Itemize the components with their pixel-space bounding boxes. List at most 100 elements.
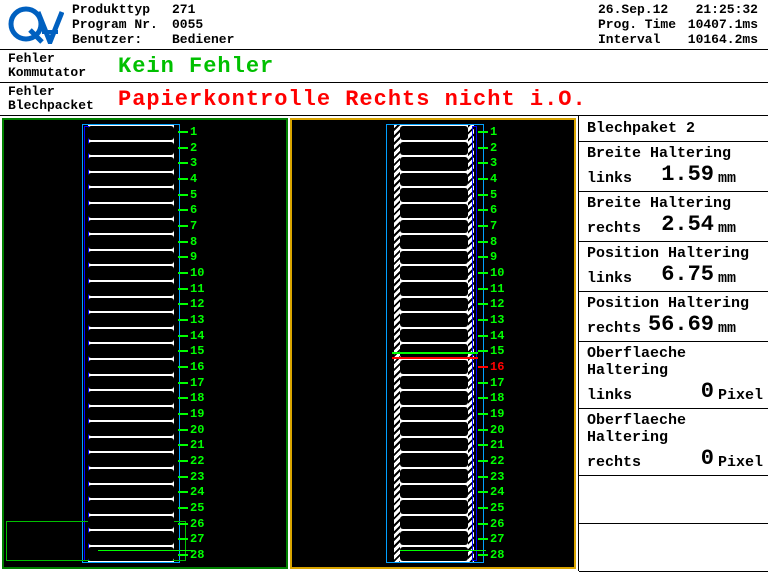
lamination-mark-8: 8 bbox=[178, 234, 218, 250]
measurement-row: Position Halteringlinks6.75mm bbox=[579, 242, 768, 292]
lamination-mark-22: 22 bbox=[478, 453, 518, 469]
meas-sublabel: links bbox=[587, 387, 632, 404]
lamination-mark-4: 4 bbox=[178, 171, 218, 187]
lamination-mark-14: 14 bbox=[478, 328, 518, 344]
lamination-mark-7: 7 bbox=[178, 218, 218, 234]
meas-sublabel: links bbox=[587, 170, 632, 187]
meas-label: Position Haltering bbox=[587, 295, 760, 312]
lamination-mark-18: 18 bbox=[178, 390, 218, 406]
lamination-mark-10: 10 bbox=[178, 265, 218, 281]
status-row-kommutator: FehlerKommutator Kein Fehler bbox=[0, 50, 768, 82]
lamination-mark-1: 1 bbox=[178, 124, 218, 140]
measurement-row: Oberflaeche Halteringlinks0Pixel bbox=[579, 342, 768, 409]
meas-unit: mm bbox=[718, 320, 760, 337]
lamination-mark-15: 15 bbox=[178, 343, 218, 359]
lamination-mark-7: 7 bbox=[478, 218, 518, 234]
meas-sublabel: rechts bbox=[587, 454, 641, 471]
lamination-mark-5: 5 bbox=[478, 187, 518, 203]
lamination-mark-25: 25 bbox=[478, 500, 518, 516]
blank-row-1 bbox=[579, 476, 768, 524]
lamination-mark-20: 20 bbox=[178, 422, 218, 438]
meas-label: Breite Haltering bbox=[587, 145, 760, 162]
produkttyp-value: 271 bbox=[172, 2, 195, 17]
produkttyp-label: Produkttyp bbox=[72, 2, 172, 17]
lamination-mark-23: 23 bbox=[178, 469, 218, 485]
header-info-left: Produkttyp271 Program Nr.0055 Benutzer:B… bbox=[72, 2, 412, 47]
meas-unit: mm bbox=[718, 220, 760, 237]
kommutator-label-1: Fehler bbox=[8, 52, 110, 66]
lamination-mark-1: 1 bbox=[478, 124, 518, 140]
meas-sublabel: rechts bbox=[587, 320, 641, 337]
blechpacket-status: Papierkontrolle Rechts nicht i.O. bbox=[110, 87, 587, 112]
measurement-row: Breite Halteringrechts2.54mm bbox=[579, 192, 768, 242]
lamination-mark-11: 11 bbox=[478, 281, 518, 297]
meas-value: 0 bbox=[701, 446, 714, 471]
lamination-mark-18: 18 bbox=[478, 390, 518, 406]
lamination-mark-13: 13 bbox=[478, 312, 518, 328]
lamination-mark-26: 26 bbox=[478, 516, 518, 532]
lamination-mark-2: 2 bbox=[178, 140, 218, 156]
meas-unit: Pixel bbox=[718, 387, 760, 404]
meas-unit: Pixel bbox=[718, 454, 760, 471]
lamination-mark-25: 25 bbox=[178, 500, 218, 516]
blechpacket-label-1: Fehler bbox=[8, 85, 110, 99]
status-row-blechpacket: FehlerBlechpacket Papierkontrolle Rechts… bbox=[0, 82, 768, 115]
lamination-mark-17: 17 bbox=[478, 375, 518, 391]
header-info-right: 26.Sep.1221:25:32 Prog. Time10407.1ms In… bbox=[598, 2, 758, 47]
lamination-mark-24: 24 bbox=[178, 484, 218, 500]
lamination-mark-4: 4 bbox=[478, 171, 518, 187]
kommutator-status: Kein Fehler bbox=[110, 54, 274, 79]
lamination-mark-17: 17 bbox=[178, 375, 218, 391]
lamination-mark-20: 20 bbox=[478, 422, 518, 438]
lamination-mark-8: 8 bbox=[478, 234, 518, 250]
meas-label: Breite Haltering bbox=[587, 195, 760, 212]
program-nr-value: 0055 bbox=[172, 17, 203, 32]
lamination-mark-14: 14 bbox=[178, 328, 218, 344]
measurement-row: Position Haltering rechts 56.69mm bbox=[579, 292, 768, 342]
benutzer-value: Bediener bbox=[172, 32, 234, 47]
lamination-mark-16: 16 bbox=[478, 359, 518, 375]
meas-unit: mm bbox=[718, 270, 760, 287]
lamination-mark-19: 19 bbox=[478, 406, 518, 422]
progtime-label: Prog. Time bbox=[598, 17, 678, 32]
lamination-mark-12: 12 bbox=[178, 296, 218, 312]
lamination-mark-23: 23 bbox=[478, 469, 518, 485]
meas-value: 1.59 bbox=[661, 162, 714, 187]
measurement-row: Breite Haltering links 1.59mm bbox=[579, 142, 768, 192]
header-bar: Produkttyp271 Program Nr.0055 Benutzer:B… bbox=[0, 0, 768, 50]
lamination-mark-24: 24 bbox=[478, 484, 518, 500]
inspection-pane-right: 1234567891011121314151617181920212223242… bbox=[290, 118, 576, 569]
lamination-mark-16: 16 bbox=[178, 359, 218, 375]
meas-unit: mm bbox=[718, 170, 760, 187]
lamination-mark-26: 26 bbox=[178, 516, 218, 532]
measurements-title: Blechpaket 2 bbox=[579, 116, 768, 142]
inspection-pane-left: 1234567891011121314151617181920212223242… bbox=[2, 118, 288, 569]
lamination-mark-15: 15 bbox=[478, 343, 518, 359]
blank-row-2 bbox=[579, 524, 768, 572]
lamination-mark-19: 19 bbox=[178, 406, 218, 422]
lamination-mark-21: 21 bbox=[478, 437, 518, 453]
benutzer-label: Benutzer: bbox=[72, 32, 172, 47]
measurements-panel: Blechpaket 2 Breite Halteringlinks1.59mm… bbox=[578, 116, 768, 571]
measurement-row: Oberflaeche Haltering rechts 0Pixel bbox=[579, 409, 768, 476]
meas-label: Oberflaeche Haltering bbox=[587, 412, 760, 446]
meas-label: Oberflaeche Haltering bbox=[587, 345, 760, 379]
lamination-mark-9: 9 bbox=[178, 249, 218, 265]
program-nr-label: Program Nr. bbox=[72, 17, 172, 32]
lamination-mark-27: 27 bbox=[478, 531, 518, 547]
lamination-mark-10: 10 bbox=[478, 265, 518, 281]
meas-value: 2.54 bbox=[661, 212, 714, 237]
interval-value: 10164.2ms bbox=[688, 32, 758, 47]
kommutator-label-2: Kommutator bbox=[8, 66, 110, 80]
progtime-value: 10407.1ms bbox=[688, 17, 758, 32]
qa-logo bbox=[0, 0, 72, 48]
lamination-mark-9: 9 bbox=[478, 249, 518, 265]
meas-value: 56.69 bbox=[648, 312, 714, 337]
lamination-mark-3: 3 bbox=[178, 155, 218, 171]
lamination-mark-3: 3 bbox=[478, 155, 518, 171]
lamination-mark-12: 12 bbox=[478, 296, 518, 312]
lamination-mark-6: 6 bbox=[478, 202, 518, 218]
lamination-mark-6: 6 bbox=[178, 202, 218, 218]
blechpacket-label-2: Blechpacket bbox=[8, 99, 110, 113]
meas-value: 6.75 bbox=[661, 262, 714, 287]
